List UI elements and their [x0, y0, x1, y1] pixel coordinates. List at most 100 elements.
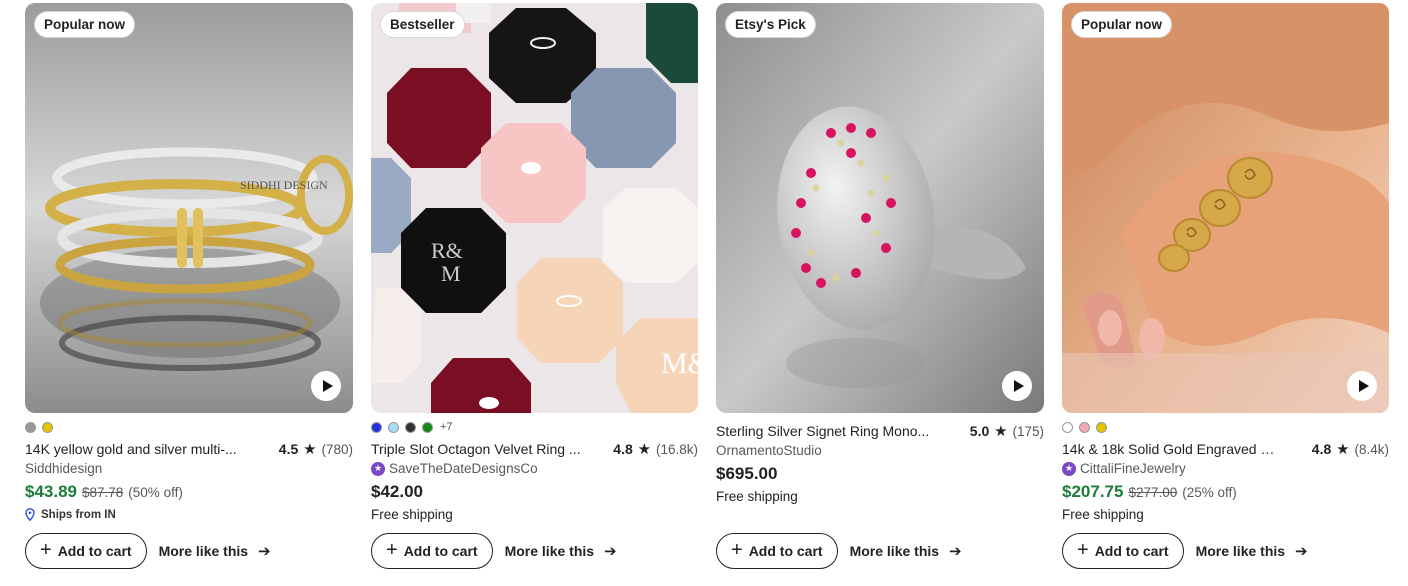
listing-badge: Bestseller: [380, 11, 465, 38]
plus-icon: +: [40, 539, 52, 561]
more-like-this-label: More like this: [504, 543, 595, 559]
shipping-label: Free shipping: [1062, 507, 1144, 522]
color-swatches: [25, 421, 353, 433]
ships-from-label: Ships from IN: [41, 508, 116, 521]
more-like-this-button[interactable]: More like this ➔: [850, 542, 962, 560]
price-row: $695.00: [716, 464, 1044, 484]
price-row: $42.00: [371, 482, 698, 502]
rating-value: 4.8: [1311, 441, 1332, 457]
more-like-this-label: More like this: [1195, 543, 1286, 559]
rating-value: 4.8: [613, 441, 633, 457]
listing-card[interactable]: Popular now 14k & 18k Solid Gold Engrave…: [1062, 3, 1389, 569]
shipping-label: Free shipping: [716, 489, 798, 504]
shop-name-row: OrnamentoStudio: [716, 443, 1044, 458]
listing-image[interactable]: SIDDHI DESIGN Popular now: [25, 3, 353, 413]
listing-title[interactable]: 14K yellow gold and silver multi-...: [25, 441, 237, 457]
listing-title[interactable]: Sterling Silver Signet Ring Mono...: [716, 423, 929, 439]
star-icon: ★: [994, 423, 1008, 440]
swatch-black: [405, 421, 416, 433]
shop-name[interactable]: SaveTheDateDesignsCo: [389, 461, 538, 476]
star-icon: ★: [303, 441, 317, 458]
add-to-cart-button[interactable]: + Add to cart: [1062, 533, 1184, 569]
play-icon[interactable]: [1347, 371, 1377, 401]
plus-icon: +: [1077, 539, 1089, 561]
swatch-green: [422, 421, 433, 433]
add-to-cart-label: Add to cart: [748, 543, 823, 559]
listing-grid: SIDDHI DESIGN Popular now 14K yellow gol…: [0, 0, 1408, 586]
add-to-cart-button[interactable]: + Add to cart: [25, 533, 147, 569]
swatch-gold: [1096, 421, 1107, 433]
discount-label: (25% off): [1182, 485, 1237, 500]
review-count: (780): [321, 442, 353, 457]
sale-price: $43.89: [25, 482, 77, 501]
shop-name-row: ★ SaveTheDateDesignsCo: [371, 461, 698, 476]
svg-text:M: M: [441, 261, 461, 286]
star-seller-icon: ★: [1062, 461, 1076, 476]
review-count: (175): [1012, 424, 1044, 439]
add-to-cart-label: Add to cart: [403, 543, 478, 559]
add-to-cart-button[interactable]: + Add to cart: [716, 533, 838, 569]
price-row: $207.75 $277.00 (25% off): [1062, 482, 1389, 502]
listing-rating: 4.5 ★ (780): [279, 440, 353, 458]
card-actions: + Add to cart More like this ➔: [25, 533, 271, 569]
more-colors-count: +7: [440, 421, 453, 433]
swatch-silver: [25, 421, 36, 433]
listing-title[interactable]: 14k & 18k Solid Gold Engraved Si...: [1062, 441, 1282, 457]
ships-from: Ships from IN: [25, 508, 353, 521]
star-icon: ★: [637, 441, 652, 458]
arrow-right-icon: ➔: [949, 543, 962, 560]
swatch-blue: [371, 421, 382, 433]
more-like-this-button[interactable]: More like this ➔: [1196, 542, 1308, 560]
review-count: (16.8k): [655, 442, 698, 457]
price: $695.00: [716, 464, 778, 483]
price-row: $43.89 $87.78 (50% off): [25, 482, 353, 502]
svg-text:M&: M&: [661, 347, 698, 380]
more-like-this-label: More like this: [849, 543, 940, 559]
color-swatches: +7: [371, 421, 698, 433]
listing-image[interactable]: Popular now: [1062, 3, 1389, 413]
play-icon[interactable]: [1002, 371, 1032, 401]
swatch-rose: [1079, 421, 1090, 433]
shop-name[interactable]: OrnamentoStudio: [716, 443, 822, 458]
price: $42.00: [371, 482, 423, 501]
shop-name[interactable]: CittaliFineJewelry: [1080, 461, 1186, 476]
shop-name[interactable]: Siddhidesign: [25, 461, 102, 476]
more-like-this-label: More like this: [158, 543, 249, 559]
original-price: $277.00: [1128, 485, 1178, 500]
review-count: (8.4k): [1354, 442, 1389, 457]
shop-name-row: Siddhidesign: [25, 461, 353, 476]
listing-image[interactable]: Etsy's Pick: [716, 3, 1044, 413]
color-swatches: [1062, 421, 1389, 433]
add-to-cart-label: Add to cart: [57, 543, 132, 559]
shipping-label: Free shipping: [371, 507, 453, 522]
more-like-this-button[interactable]: More like this ➔: [159, 542, 271, 560]
original-price: $87.78: [82, 485, 124, 500]
listing-badge: Popular now: [34, 11, 135, 38]
card-actions: + Add to cart More like this ➔: [371, 533, 617, 569]
listing-card[interactable]: Etsy's Pick Sterling Silver Signet Ring …: [716, 3, 1044, 569]
discount-label: (50% off): [128, 485, 183, 500]
plus-icon: +: [731, 539, 743, 561]
arrow-right-icon: ➔: [1295, 543, 1308, 560]
star-seller-icon: ★: [371, 461, 385, 476]
play-icon[interactable]: [311, 371, 341, 401]
swatch-gold: [42, 421, 53, 433]
listing-title[interactable]: Triple Slot Octagon Velvet Ring ...: [371, 441, 581, 457]
svg-text:R&: R&: [431, 238, 463, 263]
listing-rating: 5.0 ★ (175): [970, 422, 1044, 440]
sale-price: $207.75: [1062, 482, 1124, 501]
plus-icon: +: [386, 539, 398, 561]
card-actions: + Add to cart More like this ➔: [716, 533, 962, 569]
add-to-cart-button[interactable]: + Add to cart: [371, 533, 493, 569]
rating-value: 4.5: [278, 441, 299, 457]
more-like-this-button[interactable]: More like this ➔: [505, 542, 617, 560]
rating-value: 5.0: [969, 423, 990, 439]
arrow-right-icon: ➔: [258, 543, 271, 560]
listing-rating: 4.8 ★ (16.8k): [613, 440, 698, 458]
location-pin-icon: [25, 508, 35, 521]
swatch-white: [1062, 421, 1073, 433]
listing-card[interactable]: R& M M& Bestseller +7 Triple Slot Octago…: [371, 3, 698, 569]
listing-image[interactable]: R& M M& Bestseller: [371, 3, 698, 413]
card-actions: + Add to cart More like this ➔: [1062, 533, 1308, 569]
listing-card[interactable]: SIDDHI DESIGN Popular now 14K yellow gol…: [25, 3, 353, 569]
